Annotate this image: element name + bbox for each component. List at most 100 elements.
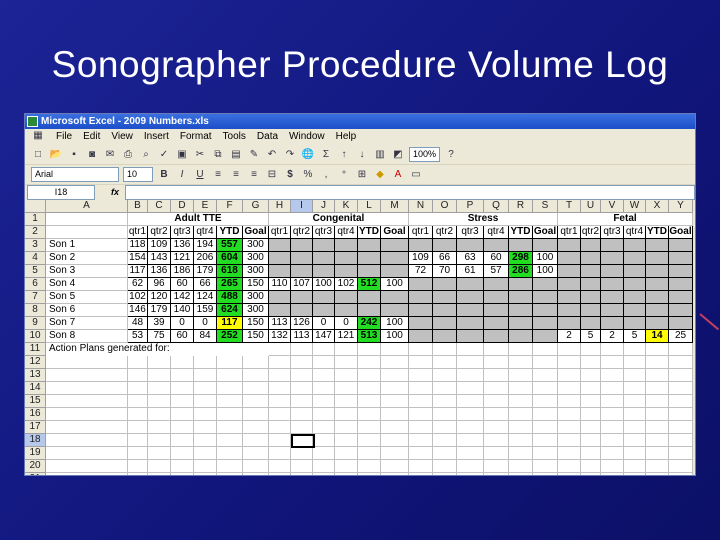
cell[interactable] (558, 382, 581, 395)
cell[interactable] (381, 421, 409, 434)
formula-input[interactable] (125, 184, 695, 200)
data-cell[interactable]: 300 (243, 252, 269, 265)
cell[interactable] (509, 369, 533, 382)
sort-ascending-icon[interactable]: ↑ (337, 148, 351, 161)
cut-icon[interactable]: ✂ (193, 148, 207, 161)
cell[interactable] (484, 395, 509, 408)
cell[interactable] (509, 421, 533, 434)
data-cell[interactable] (457, 291, 484, 304)
data-cell[interactable]: 126 (291, 317, 313, 330)
cell[interactable] (409, 343, 433, 356)
subheader-qtr4[interactable]: qtr4 (335, 226, 358, 239)
cell[interactable] (624, 473, 646, 475)
data-cell[interactable] (509, 239, 533, 252)
cell[interactable] (409, 421, 433, 434)
data-cell[interactable] (433, 317, 457, 330)
data-cell[interactable] (335, 291, 358, 304)
cell[interactable] (217, 447, 243, 460)
cell[interactable] (533, 356, 558, 369)
cell[interactable] (558, 447, 581, 460)
cell[interactable] (533, 473, 558, 475)
cell[interactable] (148, 382, 171, 395)
data-cell[interactable]: 179 (148, 304, 171, 317)
cell[interactable] (509, 447, 533, 460)
cell[interactable] (381, 382, 409, 395)
row-header-13[interactable]: 13 (25, 369, 46, 382)
cell[interactable] (358, 369, 381, 382)
data-cell[interactable] (581, 317, 601, 330)
data-cell[interactable]: 75 (148, 330, 171, 343)
data-cell[interactable] (269, 304, 291, 317)
cell[interactable] (581, 382, 601, 395)
sonographer-name[interactable]: Son 1 (46, 239, 128, 252)
data-cell[interactable]: 154 (128, 252, 148, 265)
data-cell[interactable]: 110 (269, 278, 291, 291)
data-cell[interactable] (646, 239, 669, 252)
cell[interactable] (313, 473, 335, 475)
data-cell[interactable]: 39 (148, 317, 171, 330)
cell[interactable] (601, 473, 624, 475)
data-cell[interactable]: 136 (171, 239, 194, 252)
data-cell[interactable] (381, 304, 409, 317)
cell[interactable] (601, 382, 624, 395)
font-color-icon[interactable]: A (391, 168, 405, 181)
cell[interactable] (581, 460, 601, 473)
cell[interactable] (313, 395, 335, 408)
cell[interactable] (243, 356, 269, 369)
data-cell[interactable]: 96 (148, 278, 171, 291)
redo-icon[interactable]: ↷ (283, 148, 297, 161)
data-cell[interactable]: 194 (194, 239, 217, 252)
group-header[interactable]: Adult TTE (128, 213, 269, 226)
zoom-select[interactable]: 100% (409, 147, 441, 162)
increase-decimal-icon[interactable]: ⁺ (337, 168, 351, 181)
cell[interactable] (291, 369, 313, 382)
cell[interactable] (358, 421, 381, 434)
row-header-18[interactable]: 18 (25, 434, 46, 447)
cell[interactable] (581, 447, 601, 460)
cell[interactable] (291, 382, 313, 395)
cell[interactable] (358, 447, 381, 460)
data-cell[interactable] (381, 265, 409, 278)
data-cell[interactable]: 14 (646, 330, 669, 343)
column-header-H[interactable]: H (269, 200, 291, 213)
data-cell[interactable] (558, 252, 581, 265)
cell[interactable] (128, 434, 148, 447)
cell[interactable] (409, 356, 433, 369)
cell[interactable] (669, 460, 693, 473)
subheader-ytd[interactable]: YTD (217, 226, 243, 239)
merge-center-icon[interactable]: ⊟ (265, 168, 279, 181)
data-cell[interactable] (669, 239, 693, 252)
data-cell[interactable] (581, 278, 601, 291)
cell[interactable] (624, 434, 646, 447)
subheader-qtr4[interactable]: qtr4 (624, 226, 646, 239)
cell[interactable] (148, 473, 171, 475)
cell[interactable] (624, 447, 646, 460)
cell[interactable] (409, 369, 433, 382)
cell[interactable] (335, 395, 358, 408)
cell[interactable] (601, 356, 624, 369)
cell[interactable] (291, 356, 313, 369)
column-header-R[interactable]: R (509, 200, 533, 213)
cell[interactable] (601, 369, 624, 382)
cell[interactable] (484, 421, 509, 434)
cell[interactable] (46, 434, 128, 447)
menu-insert[interactable]: Insert (144, 129, 169, 145)
cell[interactable] (669, 395, 693, 408)
cell[interactable] (533, 460, 558, 473)
data-cell[interactable]: 57 (484, 265, 509, 278)
column-header-L[interactable]: L (358, 200, 381, 213)
cell[interactable] (358, 382, 381, 395)
cell[interactable] (148, 460, 171, 473)
data-cell[interactable]: 63 (457, 252, 484, 265)
data-cell[interactable] (581, 304, 601, 317)
row-header-1[interactable]: 1 (25, 213, 46, 226)
cell[interactable] (601, 460, 624, 473)
data-cell[interactable] (624, 317, 646, 330)
data-cell[interactable] (509, 330, 533, 343)
selected-cell[interactable] (291, 434, 315, 448)
cell[interactable] (624, 395, 646, 408)
cell[interactable] (558, 343, 581, 356)
data-cell[interactable]: 48 (128, 317, 148, 330)
column-header-P[interactable]: P (457, 200, 484, 213)
cell[interactable] (128, 382, 148, 395)
